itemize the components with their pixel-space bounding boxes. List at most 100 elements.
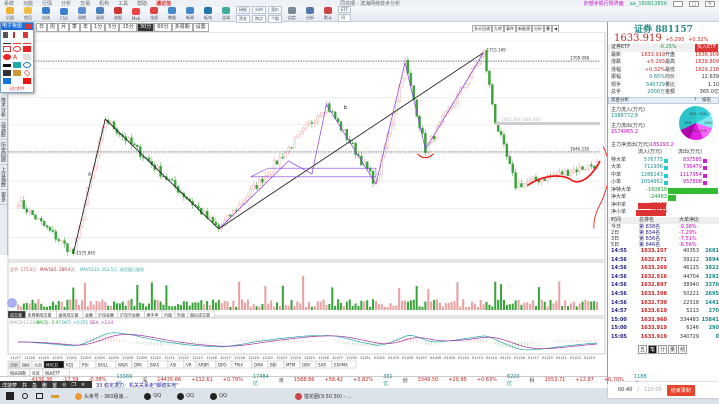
side-tab-1[interactable]: 自选股 (0, 120, 7, 140)
eraser-icon[interactable] (3, 32, 8, 38)
toolbar-button-8[interactable]: 龙虎 (146, 7, 162, 21)
period-tab-8[interactable]: 30分 (136, 23, 155, 32)
volume-tab-8[interactable]: 外盘 (177, 312, 185, 318)
close-icon[interactable] (26, 24, 32, 29)
highlight-icon[interactable] (23, 54, 31, 60)
close-button[interactable]: × (705, 0, 715, 7)
ticker-item[interactable]: +0.79% (223, 377, 243, 383)
menu-trade[interactable]: 交易 (80, 0, 90, 7)
ellipse-icon[interactable] (13, 46, 21, 52)
toolbar-button-12[interactable]: 全球 (218, 7, 234, 21)
rect-icon[interactable] (3, 46, 11, 52)
toolbar-button-6[interactable]: 选股 (110, 7, 126, 21)
volume-tab-0[interactable]: 成交量 (10, 312, 22, 318)
pen-icon[interactable] (13, 32, 15, 38)
ticker-item[interactable]: 创 (403, 377, 408, 384)
ticker-item[interactable]: +3.82% (353, 377, 373, 383)
toolbar-small-button[interactable]: 问 (338, 14, 352, 22)
screen-icon[interactable] (13, 62, 21, 68)
taskbar-app-2[interactable]: QQ (177, 392, 194, 400)
taskbar-app-0[interactable]: 头条号 - 360极速... (75, 392, 128, 400)
indicator-tab-9[interactable]: BIAS (150, 363, 160, 368)
indicator-tab-1[interactable]: 指标 (22, 362, 30, 368)
toolbar-button-3[interactable]: F10 (56, 7, 72, 21)
marker-icon[interactable] (3, 64, 11, 67)
toolbar-button-15[interactable]: 默认 (320, 7, 336, 21)
volume-tab-7[interactable]: 内盘 (164, 312, 172, 318)
record-attachment-link[interactable]: 记忆附件 (1, 86, 33, 92)
filled-rect-icon[interactable] (23, 46, 31, 52)
period-tab-11[interactable]: 设置 (192, 23, 209, 32)
bottom-tab-4[interactable]: 结 (678, 344, 688, 354)
minimize-button[interactable]: _ (673, 0, 683, 7)
toolbar-button-0[interactable]: 后退 (2, 7, 18, 21)
user-id[interactable]: aa_180813856 (630, 1, 667, 7)
side-tab-4[interactable]: 更多 (0, 190, 7, 205)
help-icon[interactable]: ? (694, 98, 702, 103)
side-tab-2[interactable]: 历史回顾 (0, 140, 7, 165)
ticker-item[interactable]: 科 (530, 377, 535, 384)
period-tab-10[interactable]: 多周期 (171, 23, 193, 32)
feather-app-icon[interactable] (51, 394, 59, 398)
color-select-blue[interactable] (3, 78, 11, 84)
ticker-item[interactable]: 331亿 (383, 374, 393, 387)
volume-tab-3[interactable]: 金额 (85, 312, 93, 318)
text-icon[interactable]: A (13, 54, 21, 61)
red-line-icon[interactable] (13, 43, 21, 44)
menu-quotes[interactable]: 行情 (42, 0, 52, 7)
toolbar-button-5[interactable]: 画线 (92, 7, 108, 21)
volume-tab-4[interactable]: 沪深金额 (98, 312, 114, 318)
ticker-item[interactable]: 1553.71 (545, 377, 566, 383)
ticker-item[interactable]: +0.63% (477, 377, 497, 383)
toolbar-button-2[interactable]: 自选 (38, 7, 54, 21)
volume-tab-9[interactable]: 盘后成交量 (190, 312, 210, 318)
indicator-tab-5[interactable]: RSI (82, 363, 89, 368)
toolbar-button-7[interactable]: Mxb (128, 7, 144, 21)
ticker-item[interactable]: +112.61 (191, 377, 213, 383)
toolbar-small-button[interactable]: 热点 (252, 14, 266, 23)
toolbar-button-9[interactable]: 数据 (164, 7, 180, 21)
ticker-item[interactable]: 京 (279, 377, 284, 384)
side-tab-0[interactable]: 技术分析 (0, 95, 7, 120)
arrow-icon[interactable] (23, 43, 31, 44)
period-tab-6[interactable]: 5分 (105, 23, 120, 32)
indicator-row2-tab-0[interactable]: 相关指数 (10, 370, 26, 376)
period-tab-0[interactable]: 日 (36, 23, 48, 32)
toolbar-button-10[interactable]: 新闻 (182, 7, 198, 21)
period-tab-7[interactable]: 15分 (119, 23, 137, 32)
save-icon[interactable] (3, 70, 11, 76)
ticker-item[interactable]: 3349.50 (418, 377, 439, 383)
task-view-icon[interactable] (36, 393, 43, 399)
zoom-icon[interactable] (23, 62, 31, 68)
period-tab-9[interactable]: 60分 (154, 23, 172, 32)
bottom-tab-1[interactable]: 笔 (648, 344, 658, 354)
promo-link[interactable]: 外部手机行情界面 (584, 0, 624, 7)
indicator-tab-19[interactable]: SAR (318, 363, 326, 368)
menu-function[interactable]: 功能 (23, 0, 33, 7)
toolbar-small-button[interactable]: 竞价 (268, 5, 282, 14)
ticker-item[interactable]: +58.42 (324, 377, 343, 383)
bottom-tab-0[interactable]: 五 (638, 344, 648, 354)
indicator-tab-0[interactable]: 分析 (10, 362, 18, 368)
menu-analysis[interactable]: 分析 (61, 0, 71, 7)
indicator-tab-6[interactable]: BOLL (98, 363, 109, 368)
volume-tab-6[interactable]: 换手率 (147, 312, 159, 318)
line-icon[interactable] (3, 43, 11, 44)
toolbar-small-button[interactable]: 研报 (236, 5, 250, 14)
indicator-tab-10[interactable]: ASI (170, 363, 176, 368)
menu-institution[interactable]: 机构 (99, 0, 109, 7)
indicator-tab-15[interactable]: DMA (254, 363, 264, 368)
indicator-tab-18[interactable]: OBV (302, 363, 311, 368)
side-tab-3[interactable]: 上证指数 (0, 165, 7, 190)
brush-icon[interactable] (23, 32, 28, 38)
indicator-tab-8[interactable]: DMI (134, 363, 142, 368)
ticker-item[interactable]: +12.87 (575, 377, 594, 383)
ticker-item[interactable]: +20.85 (448, 377, 467, 383)
menu-help[interactable]: 帮助 (137, 0, 147, 7)
period-tab-1[interactable]: 周 (47, 23, 59, 32)
indicator-tab-4[interactable]: KDJ (66, 363, 73, 368)
period-tab-4[interactable]: 年 (80, 23, 92, 32)
volume-tab-2[interactable]: 虚拟成交量 (59, 312, 79, 318)
menu-tools[interactable]: 工具 (118, 0, 128, 7)
color-select-red[interactable] (23, 78, 31, 84)
